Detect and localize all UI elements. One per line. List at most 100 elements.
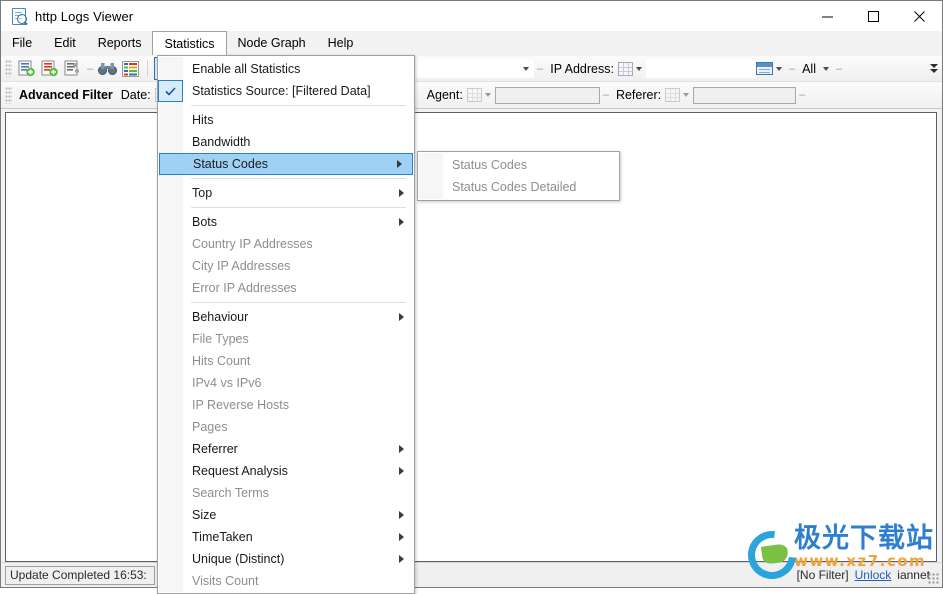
menu-bandwidth[interactable]: Bandwidth xyxy=(158,131,414,153)
submenu-status-codes-detailed: Status Codes Detailed xyxy=(418,176,619,198)
advanced-filter-bar: Advanced Filter Date: Agent: – Referer: … xyxy=(1,82,942,109)
status-right-group: [No Filter] Unlock iannet xyxy=(797,568,942,582)
menu-referrer[interactable]: Referrer xyxy=(158,438,414,460)
submenu-arrow-icon xyxy=(399,555,404,563)
menu-item-label: Search Terms xyxy=(192,486,269,500)
status-bar: Update Completed 16:53: [No Filter] Unlo… xyxy=(1,562,942,587)
menu-statistics[interactable]: Statistics xyxy=(152,31,227,55)
list-report-icon[interactable] xyxy=(120,58,141,79)
menu-status-codes[interactable]: Status Codes xyxy=(159,153,413,175)
menu-item-label: Status Codes xyxy=(452,158,528,172)
menu-timetaken[interactable]: TimeTaken xyxy=(158,526,414,548)
menu-item-label: IP Reverse Hosts xyxy=(192,398,290,412)
referer-chevron-icon[interactable] xyxy=(683,93,690,97)
agent-field[interactable] xyxy=(494,86,600,104)
ip-address-combo[interactable] xyxy=(645,59,756,78)
submenu-arrow-icon xyxy=(399,511,404,519)
menu-hits-count: Hits Count xyxy=(158,350,414,372)
referer-label: Referer: xyxy=(615,88,662,102)
menu-item-label: Behaviour xyxy=(192,310,249,324)
menu-size[interactable]: Size xyxy=(158,504,414,526)
minimize-button[interactable] xyxy=(804,1,850,31)
submenu-arrow-icon xyxy=(399,445,404,453)
agent-grid-icon[interactable] xyxy=(466,88,482,102)
menu-statistics-source[interactable]: Statistics Source: [Filtered Data] xyxy=(158,80,414,102)
all-chevron-icon[interactable] xyxy=(822,66,829,71)
menu-visits-count: Visits Count xyxy=(158,570,414,592)
ip-address-grid-icon[interactable] xyxy=(617,61,633,76)
menu-hits[interactable]: Hits xyxy=(158,109,414,131)
menu-bots[interactable]: Bots xyxy=(158,211,414,233)
menu-unique-distinct[interactable]: Unique (Distinct) xyxy=(158,548,414,570)
filter-divider-1: – xyxy=(602,89,609,101)
menu-item-label: Visits Count xyxy=(192,574,259,588)
filter-bar-grip-icon[interactable] xyxy=(5,86,12,104)
toolbar-overflow-icon[interactable] xyxy=(927,56,941,80)
menu-behaviour[interactable]: Behaviour xyxy=(158,306,414,328)
status-update-cell: Update Completed 16:53: xyxy=(5,565,155,585)
ip-address-chevron-icon[interactable] xyxy=(635,66,642,71)
report-view-icon[interactable] xyxy=(755,62,773,75)
submenu-arrow-icon xyxy=(399,189,404,197)
toolbar-divider: – xyxy=(87,62,94,75)
status-filter-text: [No Filter] xyxy=(796,568,849,582)
menu-node-graph[interactable]: Node Graph xyxy=(227,31,317,55)
window-title: http Logs Viewer xyxy=(35,8,134,24)
menu-ipv4-vs-ipv6: IPv4 vs IPv6 xyxy=(158,372,414,394)
toolbar-divider-2: – xyxy=(537,62,544,75)
menu-city-ip-addresses: City IP Addresses xyxy=(158,255,414,277)
status-user-text: iannet xyxy=(897,568,930,582)
menu-item-label: Enable all Statistics xyxy=(192,62,301,76)
toolbar-divider-3: – xyxy=(788,62,796,75)
filter-log-icon[interactable] xyxy=(62,58,83,79)
menu-ip-reverse-hosts: IP Reverse Hosts xyxy=(158,394,414,416)
menu-item-label: Bots xyxy=(192,215,218,229)
toolbar-combo-1[interactable] xyxy=(402,59,535,78)
maximize-button[interactable] xyxy=(850,1,896,31)
menu-request-analysis[interactable]: Request Analysis xyxy=(158,460,414,482)
menu-item-label: IPv4 vs IPv6 xyxy=(192,376,262,390)
add-log-icon[interactable] xyxy=(39,58,60,79)
advanced-filter-label: Advanced Filter xyxy=(19,88,113,102)
unlock-link[interactable]: Unlock xyxy=(855,568,892,582)
resize-grip-icon[interactable] xyxy=(928,573,940,585)
menu-help[interactable]: Help xyxy=(317,31,365,55)
menu-edit[interactable]: Edit xyxy=(43,31,87,55)
toolbar-grip-icon[interactable] xyxy=(5,60,12,77)
menu-item-label: Size xyxy=(192,508,217,522)
close-button[interactable] xyxy=(896,1,942,31)
window-controls xyxy=(804,1,942,31)
submenu-arrow-icon xyxy=(399,313,404,321)
menu-item-label: Hits xyxy=(192,113,214,127)
menu-item-label: City IP Addresses xyxy=(192,259,291,273)
menu-item-label: Top xyxy=(192,186,213,200)
menu-separator xyxy=(191,178,406,179)
menu-item-label: Status Codes Detailed xyxy=(452,180,577,194)
menu-item-label: Country IP Addresses xyxy=(192,237,313,251)
ip-address-label: IP Address: xyxy=(550,61,614,76)
menu-separator xyxy=(191,302,406,303)
menu-error-ip-addresses: Error IP Addresses xyxy=(158,277,414,299)
menu-item-label: File Types xyxy=(192,332,249,346)
agent-chevron-icon[interactable] xyxy=(484,93,491,97)
report-view-chevron-icon[interactable] xyxy=(775,66,782,71)
menu-item-label: Unique (Distinct) xyxy=(192,552,285,566)
binoculars-icon[interactable] xyxy=(97,58,118,79)
title-bar: http Logs Viewer xyxy=(1,1,942,31)
menu-enable-all-statistics[interactable]: Enable all Statistics xyxy=(158,58,414,80)
filter-divider-2: – xyxy=(799,89,806,101)
menu-item-label: Error IP Addresses xyxy=(192,281,297,295)
menu-top[interactable]: Top xyxy=(158,182,414,204)
toolbar-divider-4: – xyxy=(835,62,843,75)
application-window: http Logs Viewer File Edit Reports Stati… xyxy=(0,0,943,594)
submenu-arrow-icon xyxy=(399,218,404,226)
menu-bar: File Edit Reports Statistics Node Graph … xyxy=(1,31,942,56)
open-log-icon[interactable] xyxy=(16,58,37,79)
referer-grid-icon[interactable] xyxy=(665,88,681,102)
referer-field[interactable] xyxy=(693,86,797,104)
document-search-icon xyxy=(10,7,28,26)
menu-reports[interactable]: Reports xyxy=(87,31,153,55)
menu-file[interactable]: File xyxy=(1,31,43,55)
menu-separator xyxy=(191,207,406,208)
submenu-arrow-icon xyxy=(397,160,402,168)
